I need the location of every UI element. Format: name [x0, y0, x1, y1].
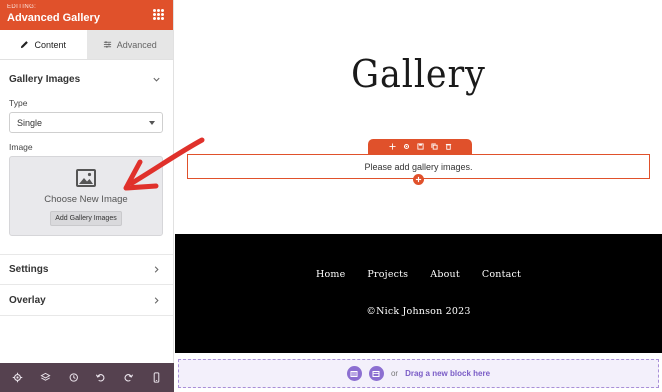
block-template-icon[interactable]: [368, 366, 384, 381]
type-select[interactable]: Single: [9, 112, 163, 133]
chevron-right-icon: [154, 296, 159, 304]
new-block-dropzone[interactable]: or Drag a new block here: [178, 359, 659, 388]
settings-icon[interactable]: [402, 143, 410, 151]
grid-menu-icon[interactable]: [153, 9, 164, 20]
tab-advanced[interactable]: Advanced: [86, 30, 173, 59]
chevron-right-icon: [154, 266, 159, 273]
add-gallery-images-button[interactable]: Add Gallery Images: [50, 211, 122, 226]
dropzone-or-text: or: [390, 369, 399, 378]
section-settings[interactable]: Settings: [0, 254, 173, 285]
undo-icon[interactable]: [95, 372, 107, 384]
caret-down-icon: [149, 120, 155, 125]
editing-label: EDITING:: [7, 4, 37, 10]
nav-link-home[interactable]: Home: [316, 269, 345, 280]
footer-nav: Home Projects About Contact: [175, 269, 662, 280]
choose-new-image-text: Choose New Image: [44, 194, 128, 205]
move-icon[interactable]: [388, 143, 396, 151]
sidebar-tabs: Content Advanced: [0, 30, 173, 60]
image-upload-box[interactable]: Choose New Image Add Gallery Images: [9, 156, 163, 236]
duplicate-icon[interactable]: [430, 143, 438, 151]
type-select-value: Single: [17, 117, 43, 128]
type-label: Type: [9, 98, 28, 108]
editor-sidebar: EDITING: Advanced Gallery Content Advanc…: [0, 0, 174, 392]
nav-link-about[interactable]: About: [430, 269, 460, 280]
block-toolbar: [368, 139, 472, 154]
section-overlay[interactable]: Overlay: [0, 285, 173, 316]
gallery-images-heading: Gallery Images: [9, 73, 81, 85]
add-block-icon[interactable]: [413, 174, 424, 185]
sliders-icon: [103, 41, 111, 48]
delete-icon[interactable]: [444, 143, 452, 151]
save-icon[interactable]: [416, 143, 424, 151]
tab-content-label: Content: [34, 39, 67, 50]
image-icon: [76, 169, 96, 187]
section-overlay-label: Overlay: [9, 294, 46, 306]
sidebar-bottom-toolbar: [0, 363, 174, 392]
section-settings-label: Settings: [9, 264, 49, 275]
redo-icon[interactable]: [122, 372, 134, 384]
gallery-images-section-header[interactable]: Gallery Images: [0, 60, 173, 98]
sidebar-header: EDITING: Advanced Gallery: [0, 0, 173, 30]
chevron-down-icon: [153, 77, 160, 82]
tab-advanced-label: Advanced: [116, 39, 157, 50]
image-label: Image: [9, 142, 33, 152]
gear-icon[interactable]: [12, 372, 24, 384]
copyright-text: ©Nick Johnson 2023: [366, 306, 471, 317]
history-icon[interactable]: [67, 372, 79, 384]
page-canvas: Gallery Please add gallery images. Home …: [175, 0, 662, 392]
nav-link-projects[interactable]: Projects: [367, 269, 408, 280]
pencil-icon: [21, 41, 29, 49]
gallery-placeholder-text: Please add gallery images.: [364, 161, 473, 172]
mobile-preview-icon[interactable]: [150, 372, 162, 384]
sidebar-title: Advanced Gallery: [7, 12, 100, 24]
site-footer: Home Projects About Contact ©Nick Johnso…: [175, 234, 662, 353]
section-template-icon[interactable]: [346, 366, 362, 381]
dropzone-text: Drag a new block here: [405, 369, 491, 378]
tab-content[interactable]: Content: [0, 30, 87, 59]
nav-link-contact[interactable]: Contact: [482, 269, 521, 280]
page-heading: Gallery: [351, 52, 486, 96]
layers-icon[interactable]: [39, 372, 51, 384]
